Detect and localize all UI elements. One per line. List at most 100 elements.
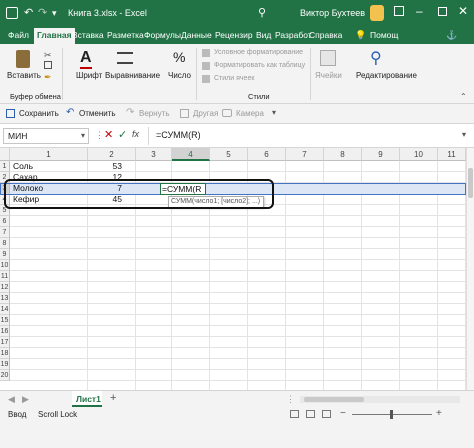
tab-formulas[interactable]: Формулы bbox=[144, 30, 181, 40]
row-header[interactable]: 7 bbox=[0, 227, 10, 238]
save-label[interactable]: Сохранить bbox=[19, 109, 59, 118]
camera-label[interactable]: Камера bbox=[236, 109, 264, 118]
format-painter-icon[interactable]: ✒ bbox=[44, 72, 52, 83]
number-label[interactable]: Число bbox=[168, 71, 191, 80]
zoom-out-icon[interactable]: − bbox=[340, 408, 346, 419]
editing-label[interactable]: Редактирование bbox=[356, 71, 417, 80]
user-name[interactable]: Виктор Бухтеев bbox=[300, 8, 365, 18]
column-header[interactable]: 3 bbox=[136, 148, 172, 161]
spreadsheet-grid[interactable]: 1 2 3 4 5 6 7 8 9 10 11 1 2 3 4 5 6 7 8 9 10 11 12 13 14 15 16 17 1… bbox=[0, 148, 466, 390]
next-sheet-icon[interactable]: ▶ bbox=[22, 394, 29, 405]
camera-icon[interactable] bbox=[222, 109, 232, 117]
tab-layout[interactable]: Разметка bbox=[107, 30, 144, 40]
cancel-icon[interactable]: ✕ bbox=[104, 128, 113, 141]
tab-home[interactable]: Главная bbox=[34, 28, 75, 44]
row-header[interactable]: 6 bbox=[0, 216, 10, 227]
enter-icon[interactable]: ✓ bbox=[118, 128, 127, 141]
column-header[interactable]: 11 bbox=[438, 148, 466, 161]
save-icon[interactable] bbox=[6, 7, 18, 19]
tab-insert[interactable]: Вставка bbox=[72, 30, 104, 40]
scroll-thumb[interactable] bbox=[304, 397, 364, 402]
search-icon[interactable]: ⚲ bbox=[370, 48, 382, 68]
cut-icon[interactable]: ✂ bbox=[44, 50, 52, 61]
cell-text[interactable]: Соль bbox=[13, 161, 33, 172]
copy-icon[interactable] bbox=[44, 61, 52, 69]
name-box[interactable]: МИН ▾ bbox=[3, 128, 89, 144]
row-header[interactable]: 16 bbox=[0, 326, 10, 337]
maximize-icon[interactable] bbox=[438, 7, 447, 16]
column-header[interactable]: 8 bbox=[324, 148, 362, 161]
normal-view-icon[interactable] bbox=[290, 410, 299, 418]
minimize-icon[interactable]: – bbox=[416, 4, 423, 18]
tab-help[interactable]: Справка bbox=[309, 30, 342, 40]
tell-me[interactable]: Помощ bbox=[370, 30, 398, 40]
font-label[interactable]: Шрифт bbox=[76, 71, 102, 80]
other-icon[interactable] bbox=[180, 109, 189, 118]
paste-icon[interactable] bbox=[16, 50, 30, 68]
column-header[interactable]: 6 bbox=[248, 148, 286, 161]
column-header[interactable]: 1 bbox=[10, 148, 88, 161]
row-header[interactable]: 11 bbox=[0, 271, 10, 282]
column-header[interactable]: 10 bbox=[400, 148, 438, 161]
redo-label[interactable]: Вернуть bbox=[139, 109, 169, 118]
format-table-icon[interactable] bbox=[202, 62, 210, 70]
vertical-scrollbar[interactable] bbox=[466, 148, 474, 390]
cells-label[interactable]: Ячейки bbox=[315, 71, 342, 80]
redo-icon[interactable]: ↷ bbox=[126, 107, 134, 118]
close-icon[interactable]: ✕ bbox=[458, 4, 468, 18]
save-icon[interactable] bbox=[6, 109, 15, 118]
select-all-corner[interactable] bbox=[0, 148, 10, 161]
paste-label[interactable]: Вставить bbox=[7, 71, 41, 80]
customize-qat-icon[interactable]: ▾ bbox=[52, 8, 57, 19]
cell-styles-label[interactable]: Стили ячеек bbox=[214, 75, 254, 82]
horizontal-scrollbar[interactable] bbox=[300, 396, 460, 403]
cond-format-icon[interactable] bbox=[202, 49, 210, 57]
formula-input[interactable]: =СУММ(R) bbox=[156, 130, 201, 140]
other-label[interactable]: Другая bbox=[193, 109, 218, 118]
row-header[interactable]: 12 bbox=[0, 282, 10, 293]
prev-sheet-icon[interactable]: ◀ bbox=[8, 394, 15, 405]
undo-icon[interactable]: ↶ bbox=[66, 107, 74, 118]
page-break-icon[interactable] bbox=[322, 410, 331, 418]
customize-icon[interactable]: ▾ bbox=[272, 108, 276, 117]
row-header[interactable]: 18 bbox=[0, 348, 10, 359]
column-header[interactable]: 7 bbox=[286, 148, 324, 161]
row-header[interactable]: 8 bbox=[0, 238, 10, 249]
column-header[interactable]: 9 bbox=[362, 148, 400, 161]
expand-formula-icon[interactable]: ▾ bbox=[462, 130, 466, 139]
cells-icon[interactable] bbox=[320, 50, 336, 66]
column-header[interactable]: 4 bbox=[172, 148, 210, 161]
chevron-down-icon[interactable]: ▾ bbox=[81, 131, 85, 140]
tab-file[interactable]: Файл bbox=[8, 30, 29, 40]
search-icon[interactable]: ⚲ bbox=[258, 6, 266, 19]
tab-review[interactable]: Рецензир bbox=[215, 30, 253, 40]
row-header[interactable]: 1 bbox=[0, 161, 10, 172]
column-header[interactable]: 2 bbox=[88, 148, 136, 161]
align-label[interactable]: Выравнивание bbox=[105, 71, 160, 80]
collapse-ribbon-icon[interactable]: ⌃ bbox=[460, 92, 467, 101]
row-header[interactable]: 19 bbox=[0, 359, 10, 370]
tab-data[interactable]: Данные bbox=[181, 30, 212, 40]
row-header[interactable]: 20 bbox=[0, 370, 10, 381]
add-sheet-icon[interactable]: + bbox=[110, 392, 116, 404]
sheet-tab-active[interactable]: Лист1 bbox=[72, 391, 102, 407]
zoom-thumb[interactable] bbox=[390, 410, 393, 419]
cell-styles-icon[interactable] bbox=[202, 75, 210, 83]
ribbon-display-icon[interactable] bbox=[394, 6, 404, 16]
scroll-thumb[interactable] bbox=[468, 168, 473, 198]
undo-label[interactable]: Отменить bbox=[79, 109, 116, 118]
tab-developer[interactable]: Разработ bbox=[275, 30, 312, 40]
format-table-label[interactable]: Форматировать как таблицу bbox=[214, 62, 305, 69]
row-header[interactable]: 9 bbox=[0, 249, 10, 260]
share-icon[interactable]: ⚓ bbox=[446, 30, 457, 41]
tab-view[interactable]: Вид bbox=[256, 30, 271, 40]
cond-format-label[interactable]: Условное форматирование bbox=[214, 49, 303, 56]
page-layout-icon[interactable] bbox=[306, 410, 315, 418]
undo-icon[interactable]: ↶ bbox=[24, 6, 33, 19]
column-header[interactable]: 5 bbox=[210, 148, 248, 161]
row-header[interactable]: 14 bbox=[0, 304, 10, 315]
font-icon[interactable]: A bbox=[80, 49, 92, 67]
redo-icon[interactable]: ↷ bbox=[38, 6, 47, 19]
percent-icon[interactable]: % bbox=[173, 49, 185, 65]
row-header[interactable]: 15 bbox=[0, 315, 10, 326]
